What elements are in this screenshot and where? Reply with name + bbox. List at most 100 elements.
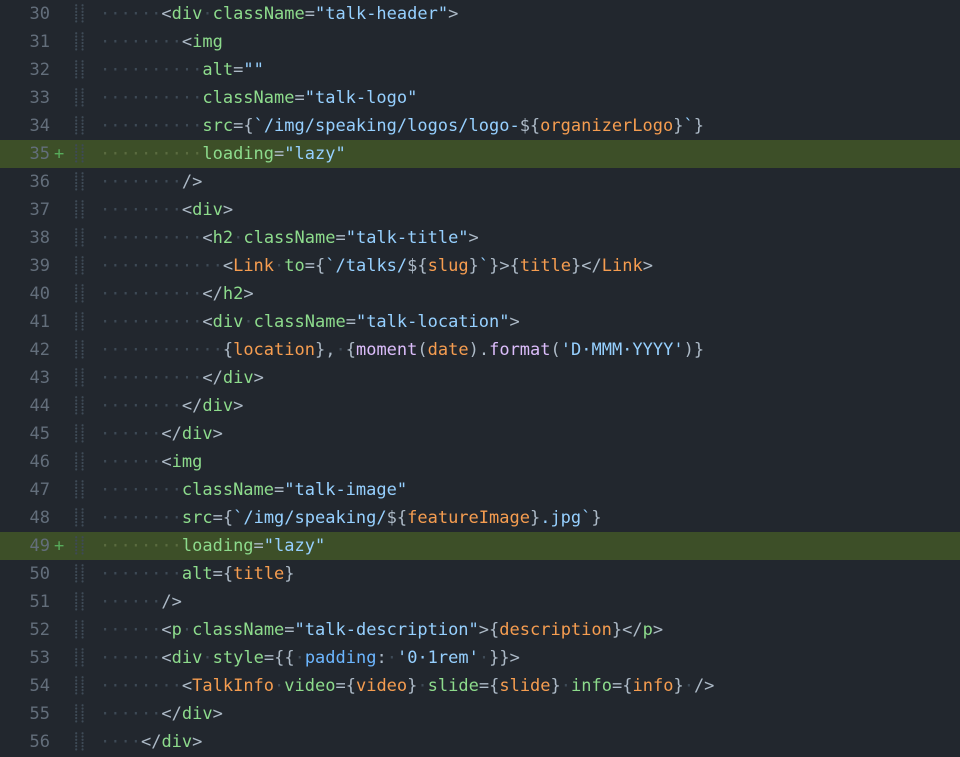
code-content[interactable]: ··········<h2·className="talk-title"> xyxy=(100,224,960,252)
code-line[interactable]: 48 ⸽⸽········src={`/img/speaking/${featu… xyxy=(0,504,960,532)
code-content[interactable]: ··········</div> xyxy=(100,364,960,392)
code-content[interactable]: ··········src={`/img/speaking/logos/logo… xyxy=(100,112,960,140)
token-ws: · xyxy=(274,676,284,696)
diff-marker xyxy=(54,252,74,280)
token-punc: > xyxy=(653,620,663,640)
code-line[interactable]: 43 ⸽⸽··········</div> xyxy=(0,364,960,392)
code-content[interactable]: ······<img xyxy=(100,448,960,476)
fold-marks: ⸽⸽ xyxy=(74,28,100,56)
token-punc: ${ xyxy=(520,116,540,136)
code-line[interactable]: 50 ⸽⸽········alt={title} xyxy=(0,560,960,588)
token-punc: : xyxy=(376,648,386,668)
line-number: 53 xyxy=(0,644,54,672)
indent-guides: ·········· xyxy=(100,144,202,164)
token-var: description xyxy=(499,620,612,640)
code-line[interactable]: 47 ⸽⸽········className="talk-image" xyxy=(0,476,960,504)
token-punc: > xyxy=(243,284,253,304)
token-tag: src xyxy=(202,116,233,136)
fold-marks: ⸽⸽ xyxy=(74,532,100,560)
token-punc: ) xyxy=(469,340,479,360)
indent-guides: ······ xyxy=(100,648,161,668)
token-punc: < xyxy=(182,32,192,52)
code-content[interactable]: ······</div> xyxy=(100,420,960,448)
token-punc: /> xyxy=(161,592,181,612)
code-content[interactable]: ······<div·style={{·padding:·'0·1rem'·}}… xyxy=(100,644,960,672)
line-number: 31 xyxy=(0,28,54,56)
code-content[interactable]: ········</div> xyxy=(100,392,960,420)
token-punc: > xyxy=(499,256,509,276)
code-line[interactable]: 40 ⸽⸽··········</h2> xyxy=(0,280,960,308)
code-line[interactable]: 42 ⸽⸽············{location},·{moment(dat… xyxy=(0,336,960,364)
code-content[interactable]: ········src={`/img/speaking/${featureIma… xyxy=(100,504,960,532)
code-line[interactable]: 38 ⸽⸽··········<h2·className="talk-title… xyxy=(0,224,960,252)
token-tag: info xyxy=(571,676,612,696)
code-line[interactable]: 46 ⸽⸽······<img xyxy=(0,448,960,476)
code-content[interactable]: ··········loading="lazy" xyxy=(100,140,960,168)
code-content[interactable]: ········loading="lazy" xyxy=(100,532,960,560)
code-line[interactable]: 45 ⸽⸽······</div> xyxy=(0,420,960,448)
code-content[interactable]: ········<img xyxy=(100,28,960,56)
diff-marker xyxy=(54,560,74,588)
fold-marks: ⸽⸽ xyxy=(74,308,100,336)
code-content[interactable]: ······<p·className="talk-description">{d… xyxy=(100,616,960,644)
diff-marker xyxy=(54,504,74,532)
code-line[interactable]: 31 ⸽⸽········<img xyxy=(0,28,960,56)
code-content[interactable]: ········<div> xyxy=(100,196,960,224)
code-line[interactable]: 36 ⸽⸽········/> xyxy=(0,168,960,196)
code-content[interactable]: ········/> xyxy=(100,168,960,196)
code-line[interactable]: 53 ⸽⸽······<div·style={{·padding:·'0·1re… xyxy=(0,644,960,672)
diff-marker: + xyxy=(54,532,74,560)
token-punc: ${ xyxy=(387,508,407,528)
code-line[interactable]: 37 ⸽⸽········<div> xyxy=(0,196,960,224)
token-punc: </ xyxy=(202,284,222,304)
token-str: .jpg` xyxy=(540,508,591,528)
token-tag: className xyxy=(254,312,346,332)
code-line[interactable]: 39 ⸽⸽············<Link·to={`/talks/${slu… xyxy=(0,252,960,280)
code-line[interactable]: 32 ⸽⸽··········alt="" xyxy=(0,56,960,84)
token-punc: > xyxy=(213,704,223,724)
code-content[interactable]: ··········</h2> xyxy=(100,280,960,308)
code-content[interactable]: ······</div> xyxy=(100,700,960,728)
code-line[interactable]: 44 ⸽⸽········</div> xyxy=(0,392,960,420)
token-tag: div xyxy=(213,312,244,332)
code-editor[interactable]: 30 ⸽⸽······<div·className="talk-header">… xyxy=(0,0,960,756)
code-line[interactable]: 49+⸽⸽········loading="lazy" xyxy=(0,532,960,560)
code-line[interactable]: 35+⸽⸽··········loading="lazy" xyxy=(0,140,960,168)
token-tag: src xyxy=(182,508,213,528)
code-content[interactable]: ····</div> xyxy=(100,728,960,756)
token-comp: Link xyxy=(602,256,643,276)
code-content[interactable]: ··········className="talk-logo" xyxy=(100,84,960,112)
token-punc: { xyxy=(510,256,520,276)
token-punc: { xyxy=(346,340,356,360)
code-line[interactable]: 33 ⸽⸽··········className="talk-logo" xyxy=(0,84,960,112)
code-content[interactable]: ··········<div·className="talk-location"… xyxy=(100,308,960,336)
token-tag: className xyxy=(243,228,335,248)
code-content[interactable]: ········className="talk-image" xyxy=(100,476,960,504)
code-content[interactable]: ········<TalkInfo·video={video}·slide={s… xyxy=(100,672,960,700)
code-line[interactable]: 41 ⸽⸽··········<div·className="talk-loca… xyxy=(0,308,960,336)
code-line[interactable]: 52 ⸽⸽······<p·className="talk-descriptio… xyxy=(0,616,960,644)
code-content[interactable]: ······/> xyxy=(100,588,960,616)
line-number: 54 xyxy=(0,672,54,700)
diff-marker xyxy=(54,392,74,420)
code-line[interactable]: 51 ⸽⸽······/> xyxy=(0,588,960,616)
code-line[interactable]: 54 ⸽⸽········<TalkInfo·video={video}·sli… xyxy=(0,672,960,700)
code-line[interactable]: 55 ⸽⸽······</div> xyxy=(0,700,960,728)
code-content[interactable]: ········alt={title} xyxy=(100,560,960,588)
code-line[interactable]: 34 ⸽⸽··········src={`/img/speaking/logos… xyxy=(0,112,960,140)
code-line[interactable]: 56 ⸽⸽····</div> xyxy=(0,728,960,756)
token-punc: > xyxy=(213,424,223,444)
code-content[interactable]: ··········alt="" xyxy=(100,56,960,84)
token-punc: { xyxy=(223,564,233,584)
code-line[interactable]: 30 ⸽⸽······<div·className="talk-header"> xyxy=(0,0,960,28)
token-punc: } xyxy=(673,116,683,136)
code-content[interactable]: ············{location},·{moment(date).fo… xyxy=(100,336,960,364)
indent-guides: ········ xyxy=(100,536,182,556)
token-punc: = xyxy=(294,88,304,108)
token-punc: </ xyxy=(622,620,642,640)
token-punc: { xyxy=(243,116,253,136)
token-str: ` xyxy=(479,256,489,276)
diff-marker xyxy=(54,644,74,672)
code-content[interactable]: ············<Link·to={`/talks/${slug}`}>… xyxy=(100,252,960,280)
code-content[interactable]: ······<div·className="talk-header"> xyxy=(100,0,960,28)
